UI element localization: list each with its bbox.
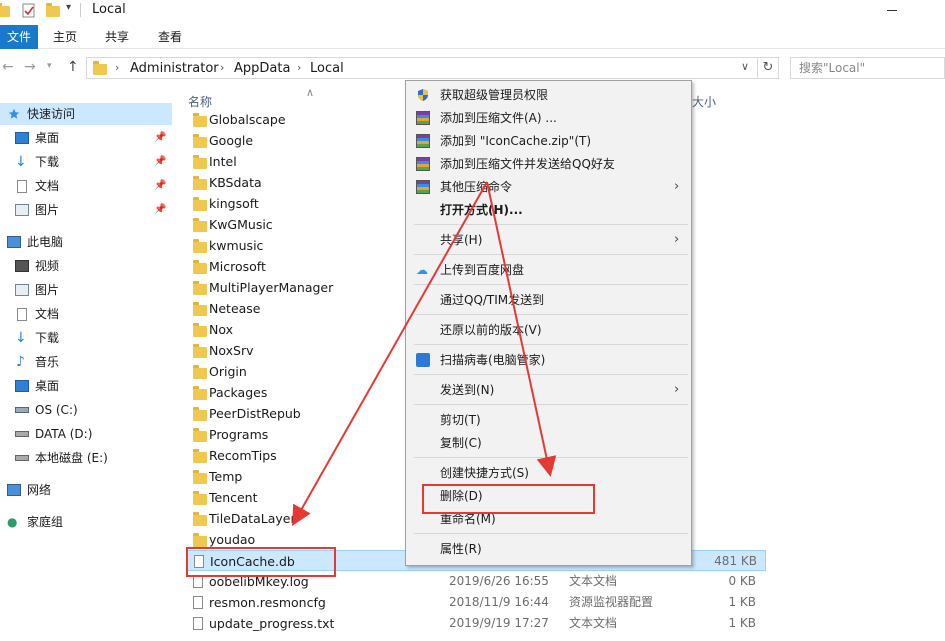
- annotation-arrows: [292, 181, 557, 526]
- arrow-to-delete: [486, 181, 557, 477]
- arrow-to-iconcache: [292, 181, 488, 526]
